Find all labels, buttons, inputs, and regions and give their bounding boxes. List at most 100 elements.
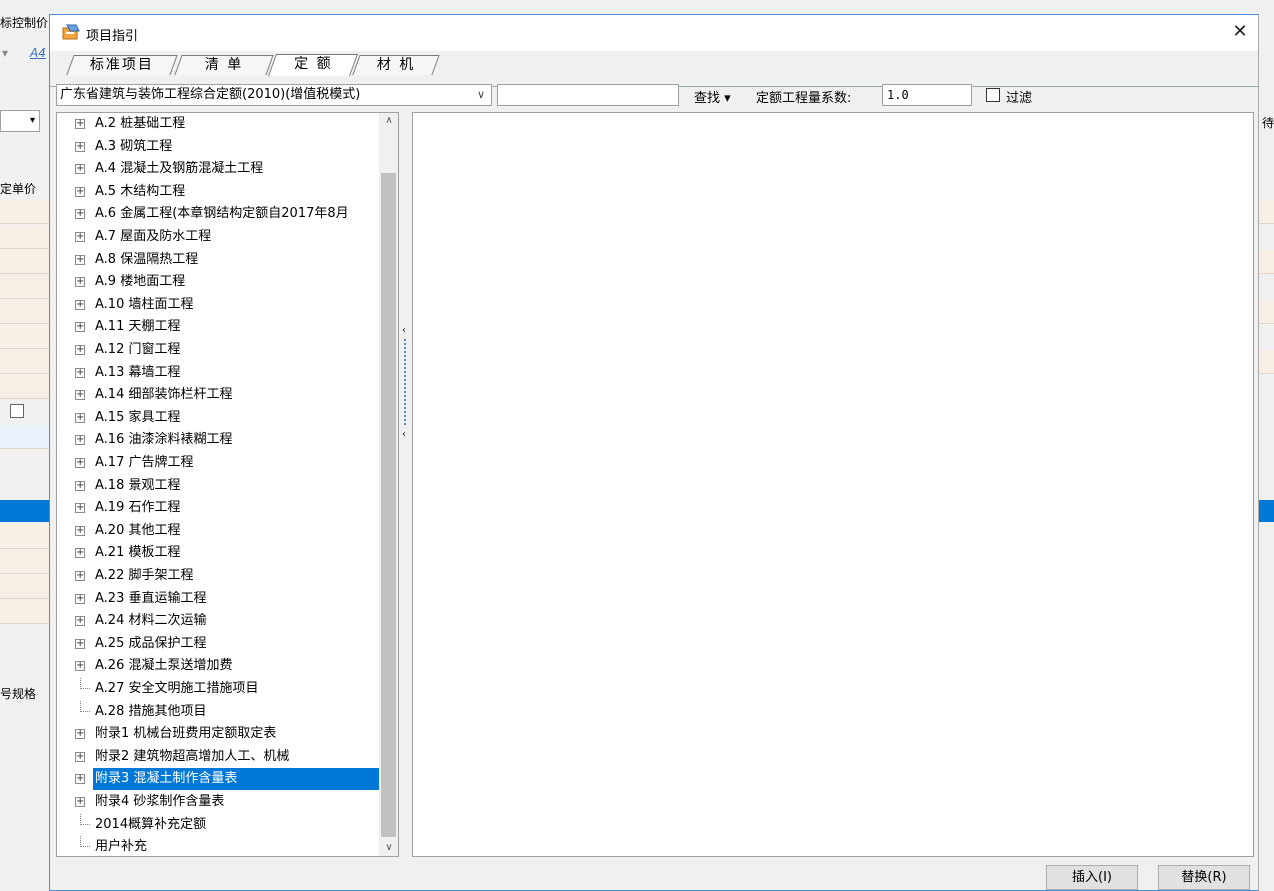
tree-item[interactable]: + 附录2 建筑物超高增加人工、机械 bbox=[57, 746, 379, 768]
dialog-titlebar[interactable]: 项目指引 ✕ bbox=[50, 15, 1258, 51]
find-button[interactable]: 查找 ▾ bbox=[694, 87, 731, 106]
expand-plus-icon[interactable]: + bbox=[75, 593, 85, 604]
tree-item[interactable]: + A.8 保温隔热工程 bbox=[57, 249, 379, 271]
bg-row bbox=[0, 375, 50, 399]
tree-item[interactable]: + A.21 模板工程 bbox=[57, 542, 379, 564]
tab-bill[interactable]: 清 单 bbox=[174, 55, 274, 75]
tree-item[interactable]: + A.3 砌筑工程 bbox=[57, 136, 379, 158]
expand-plus-icon[interactable]: + bbox=[75, 571, 85, 581]
panel-splitter[interactable]: ‹ ‹ bbox=[402, 325, 410, 445]
bg-dropdown-icon[interactable]: ▾ bbox=[2, 46, 8, 60]
tree-item[interactable]: + A.22 脚手架工程 bbox=[57, 565, 379, 587]
tree-item[interactable]: A.27 安全文明施工措施项目 bbox=[57, 678, 379, 700]
tree-item[interactable]: + A.7 屋面及防水工程 bbox=[57, 226, 379, 248]
tree-item[interactable]: + A.14 细部装饰栏杆工程 bbox=[57, 384, 379, 406]
expand-plus-icon[interactable]: + bbox=[75, 480, 85, 491]
expand-plus-icon[interactable]: + bbox=[75, 458, 85, 468]
scroll-thumb[interactable] bbox=[381, 173, 396, 837]
expand-plus-icon[interactable]: + bbox=[75, 345, 85, 355]
scroll-up-icon[interactable]: ∧ bbox=[382, 115, 396, 129]
tree-item[interactable]: + A.18 景观工程 bbox=[57, 475, 379, 497]
expand-plus-icon[interactable]: + bbox=[75, 367, 85, 378]
filter-checkbox[interactable] bbox=[986, 88, 1000, 102]
bg-font-icon[interactable]: A4 bbox=[30, 46, 46, 60]
bg-row bbox=[0, 600, 50, 624]
tree-item[interactable]: A.28 措施其他项目 bbox=[57, 700, 379, 723]
expand-plus-icon[interactable]: + bbox=[75, 729, 85, 740]
tree-item[interactable]: + A.6 金属工程(本章钢结构定额自2017年8月 bbox=[57, 203, 379, 225]
expand-plus-icon[interactable]: + bbox=[75, 751, 85, 762]
tree-item-label: A.24 材料二次运输 bbox=[95, 613, 207, 629]
expand-plus-icon[interactable]: + bbox=[75, 525, 85, 536]
tree-item[interactable]: + A.25 成品保护工程 bbox=[57, 633, 379, 655]
tab-standard-items[interactable]: 标准项目 bbox=[66, 55, 178, 75]
close-button[interactable]: ✕ bbox=[1228, 21, 1252, 45]
tree-item[interactable]: + A.4 混凝土及钢筋混凝土工程 bbox=[57, 158, 379, 180]
tree-item[interactable]: + A.15 家具工程 bbox=[57, 407, 379, 429]
expand-plus-icon[interactable]: + bbox=[75, 119, 85, 129]
expand-plus-icon[interactable]: + bbox=[75, 299, 85, 310]
expand-plus-icon[interactable]: + bbox=[75, 141, 85, 152]
tree-item-label: A.4 混凝土及钢筋混凝土工程 bbox=[95, 161, 264, 177]
replace-button[interactable]: 替换(R) bbox=[1158, 865, 1250, 890]
tree-item[interactable]: + A.2 桩基础工程 bbox=[57, 113, 379, 135]
expand-plus-icon[interactable]: + bbox=[75, 503, 85, 514]
collapse-left-icon[interactable]: ‹ bbox=[402, 429, 406, 440]
expand-plus-icon[interactable]: + bbox=[75, 390, 85, 401]
expand-plus-icon[interactable]: + bbox=[75, 164, 85, 175]
quota-tree[interactable]: + A.2 桩基础工程 + A.3 砌筑工程 + A.4 混凝土及钢筋混凝土工程 + A.5 … bbox=[56, 112, 399, 857]
tree-item[interactable]: + 附录3 混凝土制作含量表 bbox=[57, 768, 379, 791]
bg-combo[interactable]: ▾ bbox=[0, 110, 40, 132]
expand-plus-icon[interactable]: + bbox=[75, 322, 85, 333]
expand-plus-icon[interactable]: + bbox=[75, 435, 85, 446]
insert-button[interactable]: 插入(I) bbox=[1046, 865, 1138, 890]
tree-item-label: A.26 混凝土泵送增加费 bbox=[95, 658, 233, 674]
tree-item[interactable]: + A.5 木结构工程 bbox=[57, 181, 379, 203]
bg-row bbox=[0, 550, 50, 574]
tree-item[interactable]: + A.20 其他工程 bbox=[57, 520, 379, 542]
bg-checkbox[interactable] bbox=[10, 404, 24, 418]
tree-item[interactable]: + A.26 混凝土泵送增加费 bbox=[57, 655, 379, 677]
expand-plus-icon[interactable]: + bbox=[75, 638, 85, 649]
expand-plus-icon[interactable]: + bbox=[75, 254, 85, 265]
tree-item[interactable]: + 附录4 砂浆制作含量表 bbox=[57, 791, 379, 813]
tree-item[interactable]: + A.17 广告牌工程 bbox=[57, 452, 379, 474]
expand-plus-icon[interactable]: + bbox=[75, 209, 85, 220]
expand-plus-icon[interactable]: + bbox=[75, 412, 85, 423]
tree-item[interactable]: + A.12 门窗工程 bbox=[57, 339, 379, 361]
tree-item[interactable]: + A.16 油漆涂料裱糊工程 bbox=[57, 429, 379, 451]
collapse-left-icon[interactable]: ‹ bbox=[402, 325, 406, 336]
tab-quota[interactable]: 定 额 bbox=[267, 54, 359, 76]
expand-plus-icon[interactable]: + bbox=[75, 661, 85, 672]
project-guide-dialog: 项目指引 ✕ 标准项目 清 单 定 额 材 机 广东省建筑与装饰工程综合定额(2… bbox=[49, 14, 1259, 891]
expand-plus-icon[interactable]: + bbox=[75, 774, 85, 785]
search-input[interactable] bbox=[497, 84, 679, 106]
tree-item[interactable]: + A.11 天棚工程 bbox=[57, 316, 379, 338]
tree-item[interactable]: + A.9 楼地面工程 bbox=[57, 271, 379, 293]
expand-plus-icon[interactable]: + bbox=[75, 277, 85, 288]
quota-select[interactable]: 广东省建筑与装饰工程综合定额(2010)(增值税模式) ∨ bbox=[56, 84, 492, 106]
tree-item[interactable]: 用户补充 bbox=[57, 836, 379, 856]
tree-item[interactable]: + A.10 墙柱面工程 bbox=[57, 294, 379, 316]
scroll-down-icon[interactable]: ∨ bbox=[382, 842, 396, 856]
tab-label: 定 额 bbox=[293, 56, 333, 72]
expand-plus-icon[interactable]: + bbox=[75, 232, 85, 242]
tree-item[interactable]: 2014概算补充定额 bbox=[57, 813, 379, 836]
tree-item[interactable]: + 附录1 机械台班费用定额取定表 bbox=[57, 723, 379, 745]
expand-plus-icon[interactable]: + bbox=[75, 797, 85, 807]
tree-item[interactable]: + A.24 材料二次运输 bbox=[57, 610, 379, 632]
quota-content-panel[interactable] bbox=[412, 112, 1254, 857]
tree-item[interactable]: + A.19 石作工程 bbox=[57, 497, 379, 519]
tree-item-label: A.6 金属工程(本章钢结构定额自2017年8月 bbox=[95, 206, 349, 222]
tab-materials[interactable]: 材 机 bbox=[352, 55, 440, 75]
expand-plus-icon[interactable]: + bbox=[75, 548, 85, 559]
tree-item[interactable]: + A.23 垂直运输工程 bbox=[57, 588, 379, 610]
coef-input[interactable]: 1.0 bbox=[882, 84, 972, 106]
expand-plus-icon[interactable]: + bbox=[75, 186, 85, 197]
tree-item-label: A.23 垂直运输工程 bbox=[95, 590, 207, 606]
tab-label: 清 单 bbox=[204, 57, 244, 73]
tree-scrollbar[interactable]: ∧ ∨ bbox=[379, 113, 398, 856]
tree-item-label: A.2 桩基础工程 bbox=[95, 116, 186, 131]
tree-item[interactable]: + A.13 幕墙工程 bbox=[57, 362, 379, 384]
expand-plus-icon[interactable]: + bbox=[75, 616, 85, 627]
